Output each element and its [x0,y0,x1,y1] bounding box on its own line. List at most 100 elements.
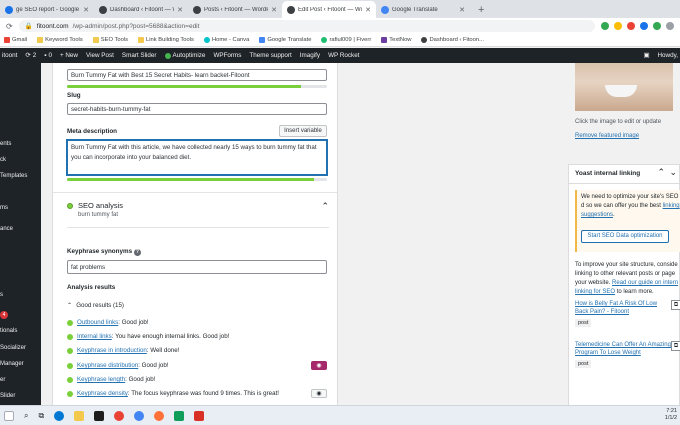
updates-icon: ⟳ [25,52,31,59]
admin-view-post[interactable]: View Post [86,52,114,59]
new-tab-button[interactable]: + [470,1,492,18]
browser-tab-5[interactable]: Google Translate ✕ [376,1,470,18]
eye-icon: ◉ [316,363,322,369]
bookmark-textnow[interactable]: TextNow [381,37,411,43]
close-icon[interactable]: ✕ [459,6,465,14]
suggestion-title-link[interactable]: How is Belly Fat A Risk Of Low Back Pain… [575,300,663,316]
sidebar-item-forms[interactable]: ms [0,205,8,211]
sidebar-item-er[interactable]: er [0,377,5,383]
remove-featured-image-link[interactable]: Remove featured image [575,133,639,139]
file-explorer-icon[interactable] [74,410,85,421]
browser-tab-3[interactable]: Posts ‹ Fitoont — WordPress✕ [188,1,282,18]
extension-icon[interactable] [601,22,609,30]
sidebar-item-manager[interactable]: Manager [0,361,24,367]
extension-icon[interactable] [640,22,648,30]
chevron-up-icon[interactable]: ⌃ [657,167,665,178]
seo-title-field[interactable]: Burn Tummy Fat with Best 15 Secret Habit… [67,69,327,81]
highlight-eye-button[interactable]: ◉ [311,361,327,370]
admin-autoptimize[interactable]: Autoptimize [164,52,205,59]
chevron-down-icon[interactable]: ⌄ [669,167,677,178]
admin-howdy[interactable]: Howdy, [657,52,678,59]
featured-image[interactable] [575,63,673,111]
comment-icon: ▪ [44,52,47,59]
admin-theme-support[interactable]: Theme support [249,52,291,59]
result-link[interactable]: Internal links [77,333,112,340]
result-item: Keyphrase distribution: Good job! [67,362,169,369]
bookmark-google-translate[interactable]: Google Translate [259,37,311,43]
sidebar-item-slider[interactable]: Slider [0,393,15,399]
admin-new[interactable]: + New [60,52,78,59]
notification-badge: 4 [0,311,8,319]
result-link[interactable]: Keyphrase distribution [77,362,138,369]
bookmark-keyword-tools[interactable]: Keyword Tools [37,37,83,43]
admin-wpforms[interactable]: WPForms [213,52,241,59]
bookmark-link-building[interactable]: Link Building Tools [138,37,194,43]
suggestion-title-link[interactable]: Telemedicine Can Offer An Amazing Progra… [575,341,675,357]
help-icon[interactable]: ? [133,249,141,256]
sidebar-item-block[interactable]: ck [0,157,6,163]
edge-icon[interactable] [54,410,65,421]
start-menu-icon[interactable] [4,410,14,421]
improve-structure-text: To improve your site structure, conside … [575,262,679,295]
system-clock[interactable]: 7:21 1/1/2 [665,408,677,422]
admin-notification-icon[interactable]: ▣ [644,52,650,59]
firefox-icon[interactable] [154,410,165,421]
url-field[interactable]: 🔒 fitoont.com/wp-admin/post.php?post=568… [18,20,595,32]
extension-icon[interactable] [614,22,622,30]
copy-link-icon[interactable]: ⧉ [671,300,680,310]
seo-analysis-toggle[interactable]: SEO analysis burn tummy fat ⌃ [67,201,329,221]
bookmark-dashboard[interactable]: Dashboard ‹ Fitoon... [421,37,484,43]
bookmark-seo-tools[interactable]: SEO Tools [92,37,128,43]
divider [569,183,680,184]
slug-field[interactable]: secret-habits-burn-tummy-fat [67,103,327,115]
close-icon[interactable]: ✕ [83,6,89,14]
admin-updates[interactable]: ⟳ 2 [25,52,36,59]
result-item: Internal links: You have enough internal… [67,333,229,340]
store-icon[interactable] [94,410,105,421]
extension-icon[interactable] [627,22,635,30]
browser-tab-2[interactable]: Dashboard ‹ Fitoont — WordPre✕ [94,1,188,18]
sidebar-item-comments[interactable]: ents [0,141,11,147]
bookmark-canva[interactable]: Home - Canva [203,37,249,43]
meta-description-field[interactable]: Burn Tummy Fat with this article, we hav… [67,140,327,175]
extension-icon[interactable] [653,22,661,30]
address-bar-row: ⟳ 🔒 fitoont.com/wp-admin/post.php?post=5… [0,18,680,34]
insert-variable-button[interactable]: Insert variable [279,125,327,137]
sidebar-item-promotionals[interactable]: tionals [0,328,17,334]
search-icon[interactable]: ⌕ [24,411,28,421]
sidebar-item-settings[interactable]: s [0,292,3,298]
admin-wp-rocket[interactable]: WP Rocket [328,52,359,59]
close-icon[interactable]: ✕ [177,6,183,14]
sidebar-item-socializer[interactable]: Socializer [0,345,26,351]
keyphrase-synonyms-field[interactable]: fat problems [67,260,327,274]
puzzle-icon[interactable] [666,22,674,30]
app-icon[interactable] [174,410,185,421]
close-icon[interactable]: ✕ [365,6,371,14]
anydesk-icon[interactable] [194,410,205,421]
highlight-eye-button[interactable]: ◉ [311,389,327,398]
result-link[interactable]: Outbound links [77,319,118,326]
reload-icon[interactable]: ⟳ [6,22,13,31]
admin-comments[interactable]: ▪ 0 [44,52,52,59]
sidebar-item-templates[interactable]: Templates [0,173,27,179]
close-icon[interactable]: ✕ [271,6,277,14]
result-link[interactable]: Keyphrase length [77,376,125,383]
browser-tab-active[interactable]: Edit Post ‹ Fitoont — WordPress✕ [282,1,376,18]
browser-tab-1[interactable]: ge SEO report - Google S ✕ [0,1,94,18]
sidebar-item-appearance[interactable]: ance [0,226,13,232]
copy-link-icon[interactable]: ⧉ [671,341,680,351]
start-seo-optimization-button[interactable]: Start SEO Data optimization [581,230,669,243]
admin-imagify[interactable]: Imagify [300,52,320,59]
admin-smart-slider[interactable]: Smart Slider [122,52,157,59]
good-bullet-icon [67,347,73,354]
chrome-icon[interactable] [114,410,125,421]
admin-site-name[interactable]: itoont [2,52,17,59]
bookmark-gmail[interactable]: Gmail [4,37,27,43]
chrome-icon[interactable] [134,410,145,421]
good-results-toggle[interactable]: ⌃ Good results (15) [67,302,124,309]
bookmark-fiverr[interactable]: rafiul009 | Fiverr [321,37,371,43]
result-link[interactable]: Keyphrase density [77,390,128,397]
task-view-icon[interactable]: ⧉ [38,411,44,421]
textnow-icon [381,37,388,43]
result-link[interactable]: Keyphrase in introduction [77,347,147,354]
